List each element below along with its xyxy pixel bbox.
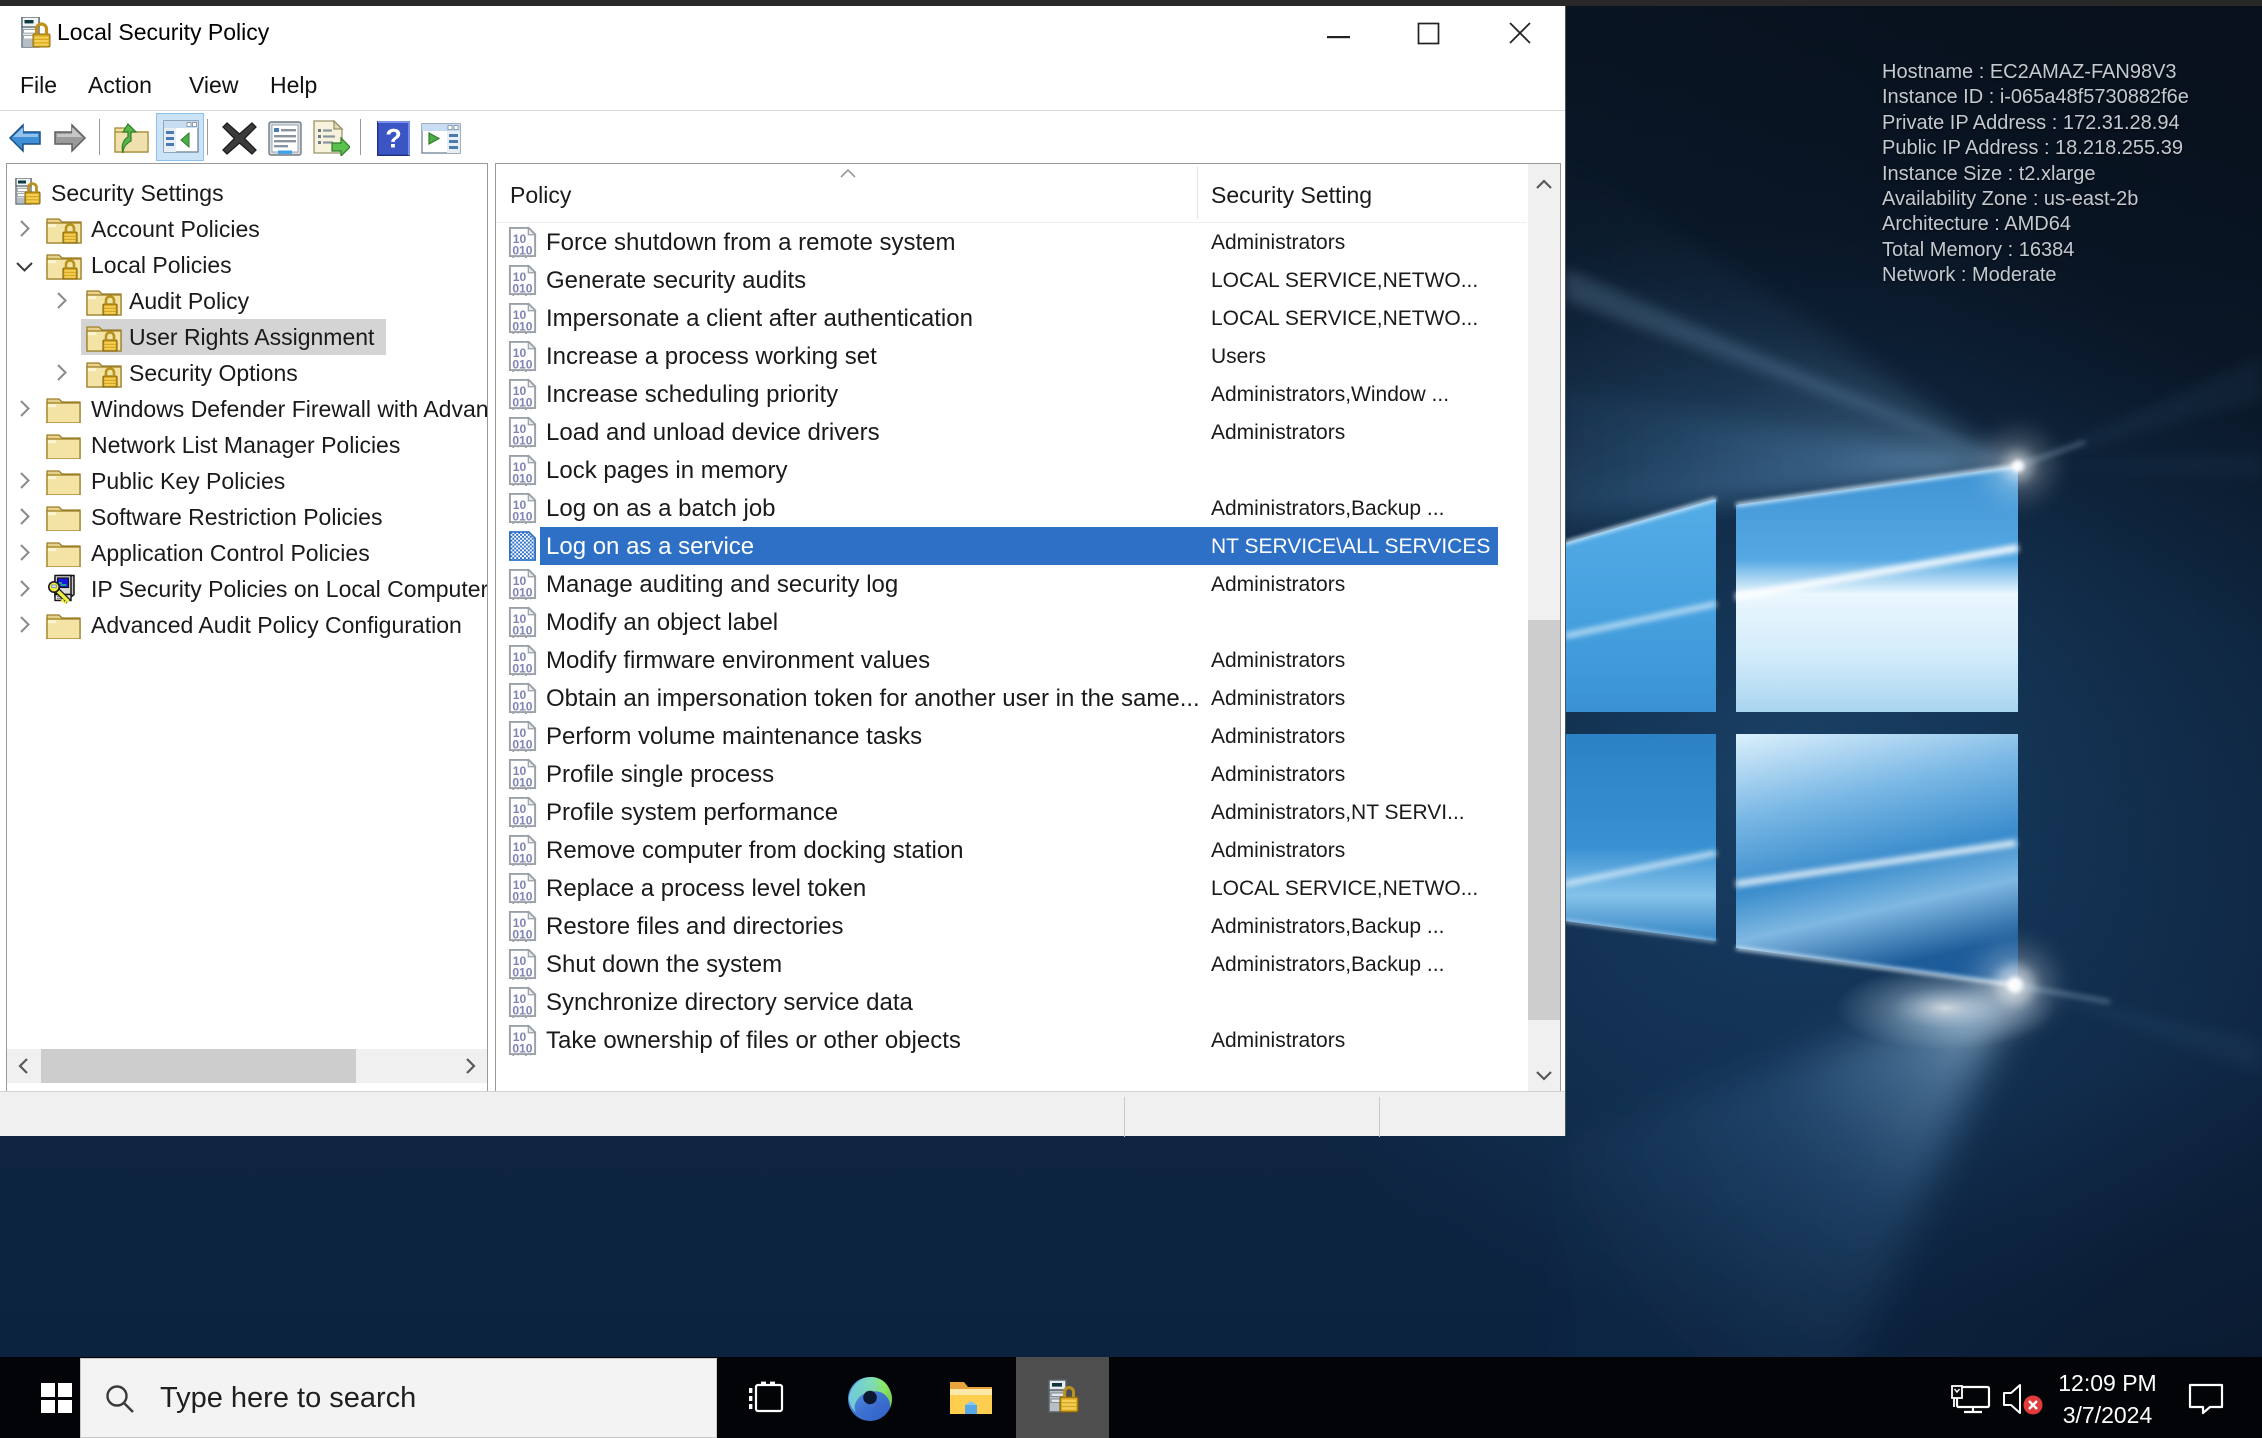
svg-text:?: ?	[385, 124, 402, 154]
